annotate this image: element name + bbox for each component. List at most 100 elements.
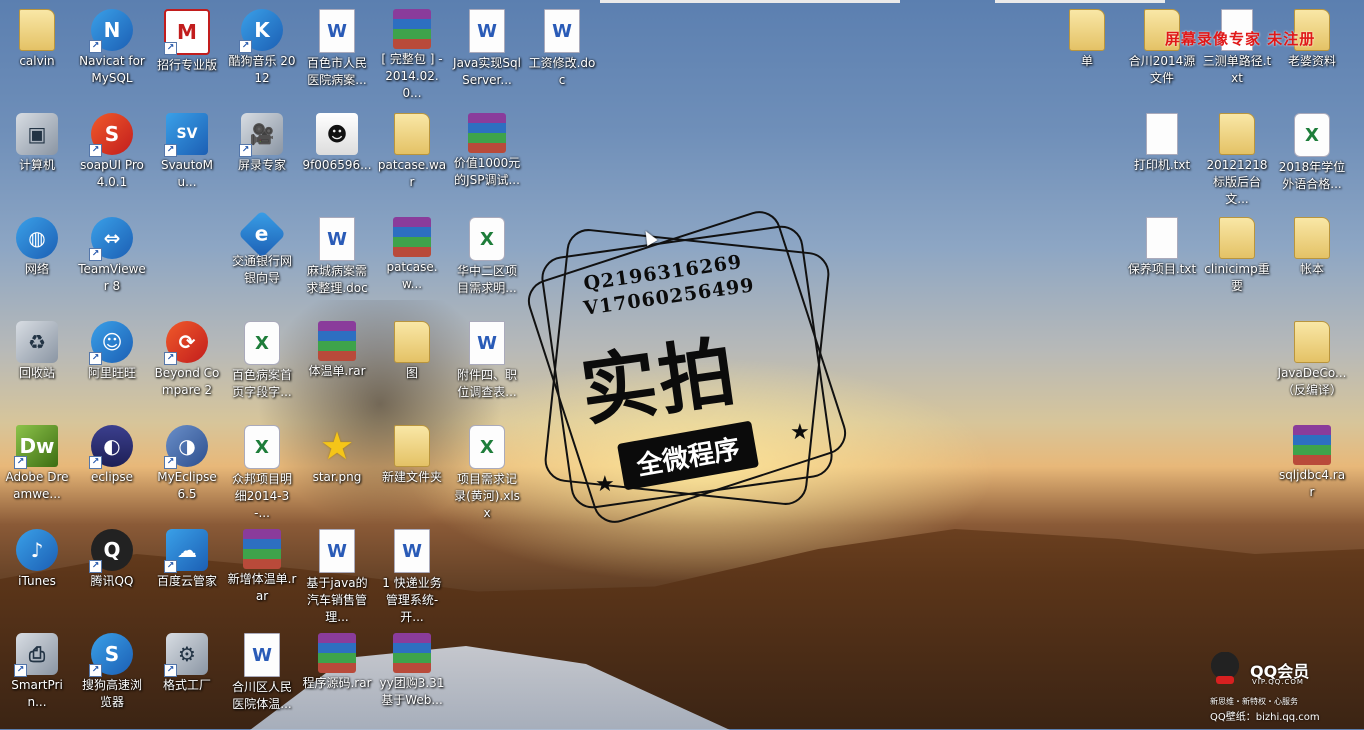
icon-label: 工资修改.doc xyxy=(528,56,596,87)
icon-label: calvin xyxy=(19,54,55,68)
folder-icon xyxy=(394,425,430,467)
rar-icon xyxy=(468,113,506,153)
word-doc-icon: W xyxy=(319,217,355,261)
cmb-icon: M ↗ xyxy=(164,9,210,55)
icon-label: JavaDeCo...（反编译） xyxy=(1277,366,1347,397)
icon-label: 保养项目.txt xyxy=(1127,262,1197,276)
icon-label: 程序源码.rar xyxy=(302,676,372,690)
desktop-icon-beyond-compare[interactable]: ⟳ ↗ Beyond Compare 2 xyxy=(150,317,224,399)
desktop-icon-image-9f006596[interactable]: ☻ 9f006596... xyxy=(300,109,374,174)
rar-icon xyxy=(243,529,281,569)
icon-label: 众邦项目明细2014-3-... xyxy=(231,472,292,520)
desktop-icon-bocom[interactable]: e 交通银行网银向导 xyxy=(225,209,299,287)
desktop-icon-excel-2018[interactable]: X 2018年学位外语合格... xyxy=(1275,109,1349,193)
desktop-icon-txt-printer[interactable]: 打印机.txt xyxy=(1125,109,1199,174)
icon-label: 价值1000元的JSP调试... xyxy=(453,156,521,187)
star-icon: ★ xyxy=(790,420,810,445)
desktop-icon-rar-full-package[interactable]: [ 完整包 ] - 2014.02.0... xyxy=(375,5,449,102)
icon-label: 回收站 xyxy=(18,366,55,380)
desktop-icon-computer[interactable]: ▣ 计算机 xyxy=(0,109,74,174)
icon-label: Adobe Dreamwe... xyxy=(5,470,69,501)
stamp-watermark: Q2196316269 V17060256499 实拍 全微程序 ★ ★ xyxy=(522,205,855,530)
desktop-icon-excel-baise[interactable]: X 百色病案首页字段字... xyxy=(225,317,299,401)
desktop-icon-star-png[interactable]: ★ star.png xyxy=(300,421,374,486)
folder-icon xyxy=(394,113,430,155)
desktop-icon-dreamweaver[interactable]: Dw ↗ Adobe Dreamwe... xyxy=(0,421,74,503)
desktop-icon-folder-javadecompiler[interactable]: JavaDeCo...（反编译） xyxy=(1275,317,1349,399)
desktop-icon-doc-java-car[interactable]: W 基于java的汽车销售管理... xyxy=(300,525,374,626)
desktop-icon-qq[interactable]: Q ↗ 腾讯QQ xyxy=(75,525,149,590)
desktop-icon-doc-baise[interactable]: W 百色市人民医院病案... xyxy=(300,5,374,89)
desktop-icon-folder-zhangben[interactable]: 帐本 xyxy=(1275,213,1349,278)
desktop-icon-screen-recorder[interactable]: 🎥 ↗ 屏录专家 xyxy=(225,109,299,174)
desktop-icon-doc-hechuan[interactable]: W 合川区人民医院体温... xyxy=(225,629,299,713)
desktop-icon-soapui[interactable]: S ↗ soapUI Pro 4.0.1 xyxy=(75,109,149,191)
desktop-icon-rar-xinzeng[interactable]: 新增体温单.rar xyxy=(225,525,299,605)
desktop-icon-doc-attachment4[interactable]: W 附件四、职位调查表... xyxy=(450,317,524,401)
desktop-icon-folder-new[interactable]: 新建文件夹 xyxy=(375,421,449,486)
screen-recorder-watermark: 屏幕录像专家 未注册 xyxy=(1165,30,1316,48)
desktop-icon-rar-source[interactable]: 程序源码.rar xyxy=(300,629,374,692)
itunes-icon: ♪ xyxy=(16,529,58,571)
desktop-icon-excel-requirements[interactable]: X 项目需求记录(黄河).xlsx xyxy=(450,421,524,522)
desktop-icon-network[interactable]: ◍ 网络 xyxy=(0,213,74,278)
baidu-cloud-icon: ☁ ↗ xyxy=(164,529,208,573)
soapui-icon: S ↗ xyxy=(89,113,133,157)
desktop-icon-baidu-cloud[interactable]: ☁ ↗ 百度云管家 xyxy=(150,525,224,590)
excel-icon: X xyxy=(469,425,505,469)
desktop-icon-recycle-bin[interactable]: ♻ 回收站 xyxy=(0,317,74,382)
icon-label: 交通银行网银向导 xyxy=(231,254,292,285)
desktop-icon-rar-jsp[interactable]: 价值1000元的JSP调试... xyxy=(450,109,524,189)
desktop-icon-kugou[interactable]: K ↗ 酷狗音乐 2012 xyxy=(225,5,299,87)
folder-icon xyxy=(1069,9,1105,51)
desktop-icon-svauto[interactable]: SV ↗ SvautoMu... xyxy=(150,109,224,191)
desktop-icon-cmb[interactable]: M ↗ 招行专业版 xyxy=(150,5,224,74)
icon-label: 搜狗高速浏览器 xyxy=(81,678,142,709)
icon-label: 屏录专家 xyxy=(237,158,286,172)
desktop-icon-format-factory[interactable]: ⚙ ↗ 格式工厂 xyxy=(150,629,224,694)
desktop-icon-doc-salary[interactable]: W 工资修改.doc xyxy=(525,5,599,89)
desktop-icon-excel-huazhong[interactable]: X 华中二区项目需求明... xyxy=(450,213,524,297)
desktop-icon-folder-clinicimp[interactable]: clinicimp重要 xyxy=(1200,213,1274,295)
desktop-icon-rar-patcase[interactable]: patcase.w... xyxy=(375,213,449,293)
teamviewer-icon: ⇔ ↗ xyxy=(89,217,133,261)
icon-label: SvautoMu... xyxy=(160,158,214,189)
desktop-icon-folder-patcase-war[interactable]: patcase.war xyxy=(375,109,449,191)
icon-label: star.png xyxy=(312,470,362,484)
icon-label: patcase.w... xyxy=(386,260,438,291)
icon-label: 附件四、职位调查表... xyxy=(456,368,517,399)
desktop-icon-myeclipse[interactable]: ◑ ↗ MyEclipse 6.5 xyxy=(150,421,224,503)
icon-label: 新建文件夹 xyxy=(381,470,442,484)
desktop-icon-doc-macheng[interactable]: W 麻城病案需求整理.doc xyxy=(300,213,374,297)
desktop-icon-folder-tu[interactable]: 图 xyxy=(375,317,449,382)
svauto-icon: SV ↗ xyxy=(164,113,208,157)
text-file-icon xyxy=(1146,217,1178,259)
desktop-icon-eclipse[interactable]: ◐ ↗ eclipse xyxy=(75,421,149,486)
navicat-icon: N ↗ xyxy=(89,9,133,53)
icon-label: 老婆资料 xyxy=(1287,54,1336,68)
icon-label: 招行专业版 xyxy=(156,58,217,72)
icon-label: 合川区人民医院体温... xyxy=(231,680,292,711)
desktop-icon-folder-dan[interactable]: 单 xyxy=(1050,5,1124,70)
desktop-icon-excel-zhongbang[interactable]: X 众邦项目明细2014-3-... xyxy=(225,421,299,522)
desktop-icon-calvin[interactable]: calvin xyxy=(0,5,74,70)
desktop-icon-sogou-browser[interactable]: S ↗ 搜狗高速浏览器 xyxy=(75,629,149,711)
excel-icon: X xyxy=(469,217,505,261)
desktop-icon-rar-tiwendan[interactable]: 体温单.rar xyxy=(300,317,374,380)
desktop-icon-teamviewer[interactable]: ⇔ ↗ TeamViewer 8 xyxy=(75,213,149,295)
desktop-icon-smartprinter[interactable]: ⎙ ↗ SmartPrin... xyxy=(0,629,74,711)
desktop-icon-folder-20121218[interactable]: 20121218标版后台文... xyxy=(1200,109,1274,208)
desktop-icon-doc-express[interactable]: W 1 快递业务管理系统-开... xyxy=(375,525,449,626)
desktop-icon-rar-sqljdbc4[interactable]: sqljdbc4.rar xyxy=(1275,421,1349,501)
star-icon: ★ xyxy=(319,423,355,468)
desktop-icon-aliwangwang[interactable]: ☺ ↗ 阿里旺旺 xyxy=(75,317,149,382)
icon-label: 合川2014源文件 xyxy=(1128,54,1196,85)
desktop-icon-txt-maintenance[interactable]: 保养项目.txt xyxy=(1125,213,1199,278)
icon-label: 20121218标版后台文... xyxy=(1206,158,1268,206)
computer-icon: ▣ xyxy=(16,113,58,155)
qq-wallpaper-site: QQ壁纸：bizhi.qq.com xyxy=(1210,712,1320,723)
desktop-icon-rar-yy[interactable]: yy团购3.31基于Web... xyxy=(375,629,449,709)
desktop-icon-navicat[interactable]: N ↗ Navicat for MySQL xyxy=(75,5,149,87)
desktop-icon-doc-java-sqlserver[interactable]: W Java实现SqlServer... xyxy=(450,5,524,89)
desktop-icon-itunes[interactable]: ♪ iTunes xyxy=(0,525,74,590)
